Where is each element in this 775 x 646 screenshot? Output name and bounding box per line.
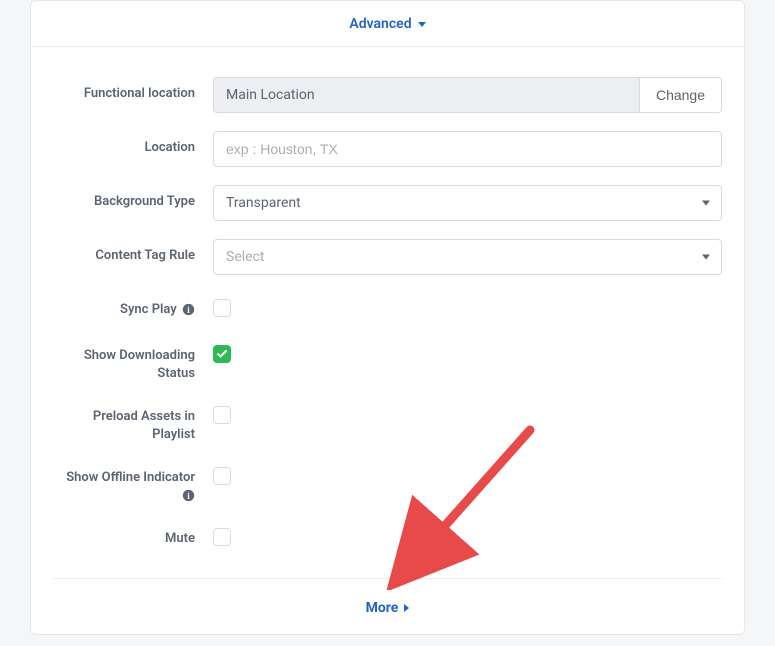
show-downloading-checkbox[interactable] — [213, 345, 231, 363]
label-content-tag-rule: Content Tag Rule — [53, 239, 213, 265]
panel-header: Advanced — [31, 1, 744, 47]
row-mute: Mute — [53, 522, 722, 550]
sync-play-checkbox[interactable] — [213, 299, 231, 317]
panel-footer: More — [53, 578, 722, 634]
label-functional-location: Functional location — [53, 77, 213, 103]
panel-body: Functional location Main Location Change… — [31, 47, 744, 578]
background-type-select[interactable]: Transparent — [213, 185, 722, 221]
info-icon[interactable]: i — [182, 489, 195, 502]
caret-right-icon — [404, 604, 409, 612]
label-sync-play: Sync Play i — [53, 293, 213, 319]
row-preload-assets: Preload Assets in Playlist — [53, 400, 722, 443]
row-sync-play: Sync Play i — [53, 293, 722, 321]
label-background-type: Background Type — [53, 185, 213, 211]
caret-down-icon — [418, 22, 426, 27]
show-offline-checkbox[interactable] — [213, 467, 231, 485]
more-label: More — [366, 600, 399, 616]
advanced-toggle[interactable]: Advanced — [349, 16, 425, 32]
location-input[interactable] — [213, 131, 722, 167]
label-mute: Mute — [53, 522, 213, 548]
functional-location-group: Main Location Change — [213, 77, 722, 113]
panel-title: Advanced — [349, 16, 411, 32]
label-show-offline: Show Offline Indicator i — [53, 461, 213, 504]
row-background-type: Background Type Transparent — [53, 185, 722, 221]
row-content-tag-rule: Content Tag Rule Select — [53, 239, 722, 275]
info-icon[interactable]: i — [182, 303, 195, 316]
preload-assets-checkbox[interactable] — [213, 406, 231, 424]
row-show-downloading: Show Downloading Status — [53, 339, 722, 382]
row-location: Location — [53, 131, 722, 167]
functional-location-field: Main Location — [214, 78, 639, 112]
row-show-offline: Show Offline Indicator i — [53, 461, 722, 504]
label-preload-assets: Preload Assets in Playlist — [53, 400, 213, 443]
label-location: Location — [53, 131, 213, 157]
change-button[interactable]: Change — [639, 78, 721, 112]
advanced-settings-panel: Advanced Functional location Main Locati… — [30, 0, 745, 635]
label-show-downloading: Show Downloading Status — [53, 339, 213, 382]
mute-checkbox[interactable] — [213, 528, 231, 546]
row-functional-location: Functional location Main Location Change — [53, 77, 722, 113]
content-tag-rule-select[interactable]: Select — [213, 239, 722, 275]
more-toggle[interactable]: More — [366, 600, 410, 616]
